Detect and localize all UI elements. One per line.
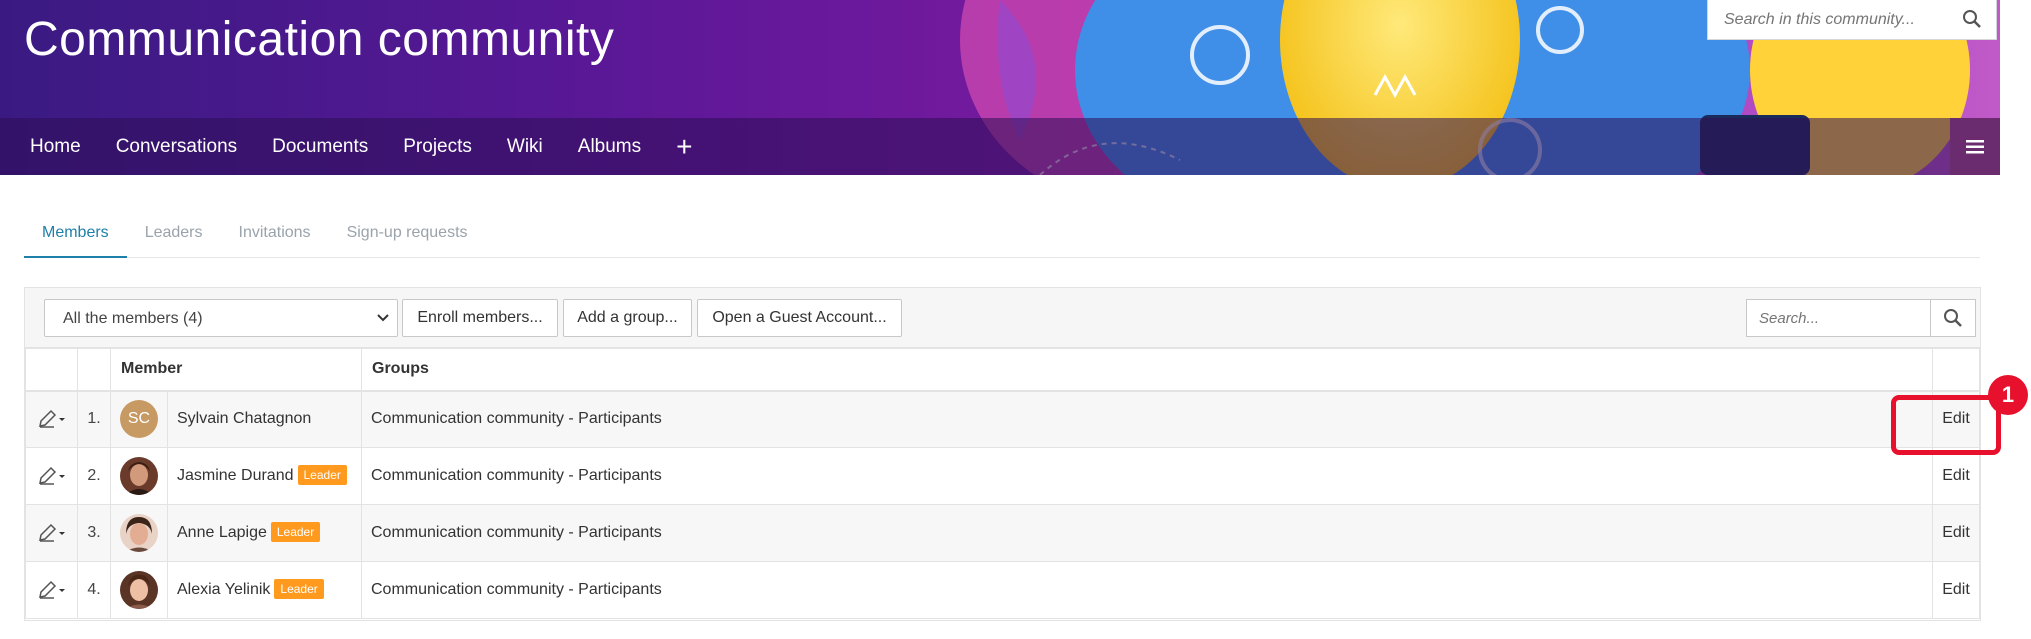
pencil-icon xyxy=(38,466,65,485)
community-search-input[interactable] xyxy=(1724,10,1964,29)
leader-badge: Leader xyxy=(270,522,321,542)
row-action-menu[interactable] xyxy=(25,447,78,505)
edit-link[interactable]: Edit xyxy=(1932,447,1980,505)
row-action-menu[interactable] xyxy=(25,390,78,448)
leader-badge: Leader xyxy=(297,465,347,485)
member-search xyxy=(1746,299,1930,337)
header-edit xyxy=(1932,348,1980,392)
members-toolbar: All the members (4) Enroll members... Ad… xyxy=(25,288,1980,348)
avatar-cell xyxy=(110,561,168,619)
row-action-menu[interactable] xyxy=(25,561,78,619)
avatar-cell xyxy=(110,447,168,505)
row-action-menu[interactable] xyxy=(25,504,78,562)
nav-projects[interactable]: Projects xyxy=(403,136,472,158)
members-tabs: Members Leaders Invitations Sign-up requ… xyxy=(24,210,1980,258)
member-name-cell: Sylvain Chatagnon xyxy=(167,390,362,448)
search-icon[interactable] xyxy=(1962,9,1982,29)
leader-badge: Leader xyxy=(274,579,324,599)
header-member: Member xyxy=(110,348,362,392)
member-name-cell: Alexia Yelinik Leader xyxy=(167,561,362,619)
members-table: Member Groups 1. SC Sylvain Chatagnon Co… xyxy=(25,348,1980,619)
table-row: 4. Alexia Yelinik Leader Communication c… xyxy=(25,561,1980,619)
search-icon xyxy=(1944,309,1962,327)
row-number: 4. xyxy=(77,561,111,619)
member-name[interactable]: Anne Lapige xyxy=(177,524,267,541)
member-search-input[interactable] xyxy=(1759,310,1919,327)
table-row: 2. Jasmine Durand Leader Communication c… xyxy=(25,447,1980,505)
pencil-icon xyxy=(38,410,65,428)
avatar xyxy=(120,457,158,495)
avatar xyxy=(120,514,158,552)
pencil-icon xyxy=(38,580,65,599)
row-number: 3. xyxy=(77,504,111,562)
enroll-members-button[interactable]: Enroll members... xyxy=(402,299,558,337)
plus-icon[interactable]: + xyxy=(676,132,692,161)
table-row: 3. Anne Lapige Leader Communication comm… xyxy=(25,504,1980,562)
community-search xyxy=(1707,0,1997,40)
hamburger-menu-button[interactable] xyxy=(1950,118,2000,175)
member-filter-select[interactable]: All the members (4) xyxy=(44,299,398,337)
chevron-down-icon xyxy=(377,314,389,322)
header-actions xyxy=(25,348,78,392)
member-name[interactable]: Sylvain Chatagnon xyxy=(177,410,311,427)
table-header-row: Member Groups xyxy=(25,348,1980,392)
edit-link[interactable]: Edit xyxy=(1932,561,1980,619)
tab-members[interactable]: Members xyxy=(24,210,127,258)
header-groups: Groups xyxy=(361,348,1933,392)
hamburger-icon xyxy=(1966,139,1984,153)
member-filter-value: All the members (4) xyxy=(63,310,203,327)
avatar xyxy=(120,571,158,609)
tab-leaders[interactable]: Leaders xyxy=(127,210,221,258)
tab-invitations[interactable]: Invitations xyxy=(221,210,329,258)
member-group: Communication community - Participants xyxy=(361,447,1933,505)
member-search-button[interactable] xyxy=(1930,299,1976,337)
nav-albums[interactable]: Albums xyxy=(578,136,641,158)
avatar-cell xyxy=(110,504,168,562)
nav-conversations[interactable]: Conversations xyxy=(116,136,237,158)
add-group-button[interactable]: Add a group... xyxy=(563,299,692,337)
page-title: Communication community xyxy=(24,13,615,66)
avatar-cell: SC xyxy=(110,390,168,448)
user-photo xyxy=(120,457,158,495)
avatar: SC xyxy=(120,400,158,439)
user-photo xyxy=(120,571,158,609)
open-guest-account-button[interactable]: Open a Guest Account... xyxy=(697,299,902,337)
nav-documents[interactable]: Documents xyxy=(272,136,368,158)
edit-link[interactable]: Edit xyxy=(1932,390,1980,448)
members-panel: All the members (4) Enroll members... Ad… xyxy=(24,287,1981,621)
user-photo xyxy=(120,514,158,552)
row-number: 2. xyxy=(77,447,111,505)
table-row: 1. SC Sylvain Chatagnon Communication co… xyxy=(25,390,1980,448)
header-number xyxy=(77,348,111,392)
member-group: Communication community - Participants xyxy=(361,561,1933,619)
member-name-cell: Anne Lapige Leader xyxy=(167,504,362,562)
member-group: Communication community - Participants xyxy=(361,390,1933,448)
pencil-icon xyxy=(38,523,65,542)
member-name-cell: Jasmine Durand Leader xyxy=(167,447,362,505)
member-name[interactable]: Alexia Yelinik xyxy=(177,581,270,598)
row-number: 1. xyxy=(77,390,111,448)
member-name[interactable]: Jasmine Durand xyxy=(177,467,294,484)
tab-signup-requests[interactable]: Sign-up requests xyxy=(329,210,486,258)
step-badge: 1 xyxy=(1988,375,2028,415)
community-navbar: Home Conversations Documents Projects Wi… xyxy=(0,118,1950,175)
edit-link[interactable]: Edit xyxy=(1932,504,1980,562)
avatar-initials: SC xyxy=(127,410,151,428)
member-group: Communication community - Participants xyxy=(361,504,1933,562)
nav-home[interactable]: Home xyxy=(30,136,81,158)
community-banner: Communication community Home Conversatio… xyxy=(0,0,2000,175)
nav-wiki[interactable]: Wiki xyxy=(507,136,543,158)
